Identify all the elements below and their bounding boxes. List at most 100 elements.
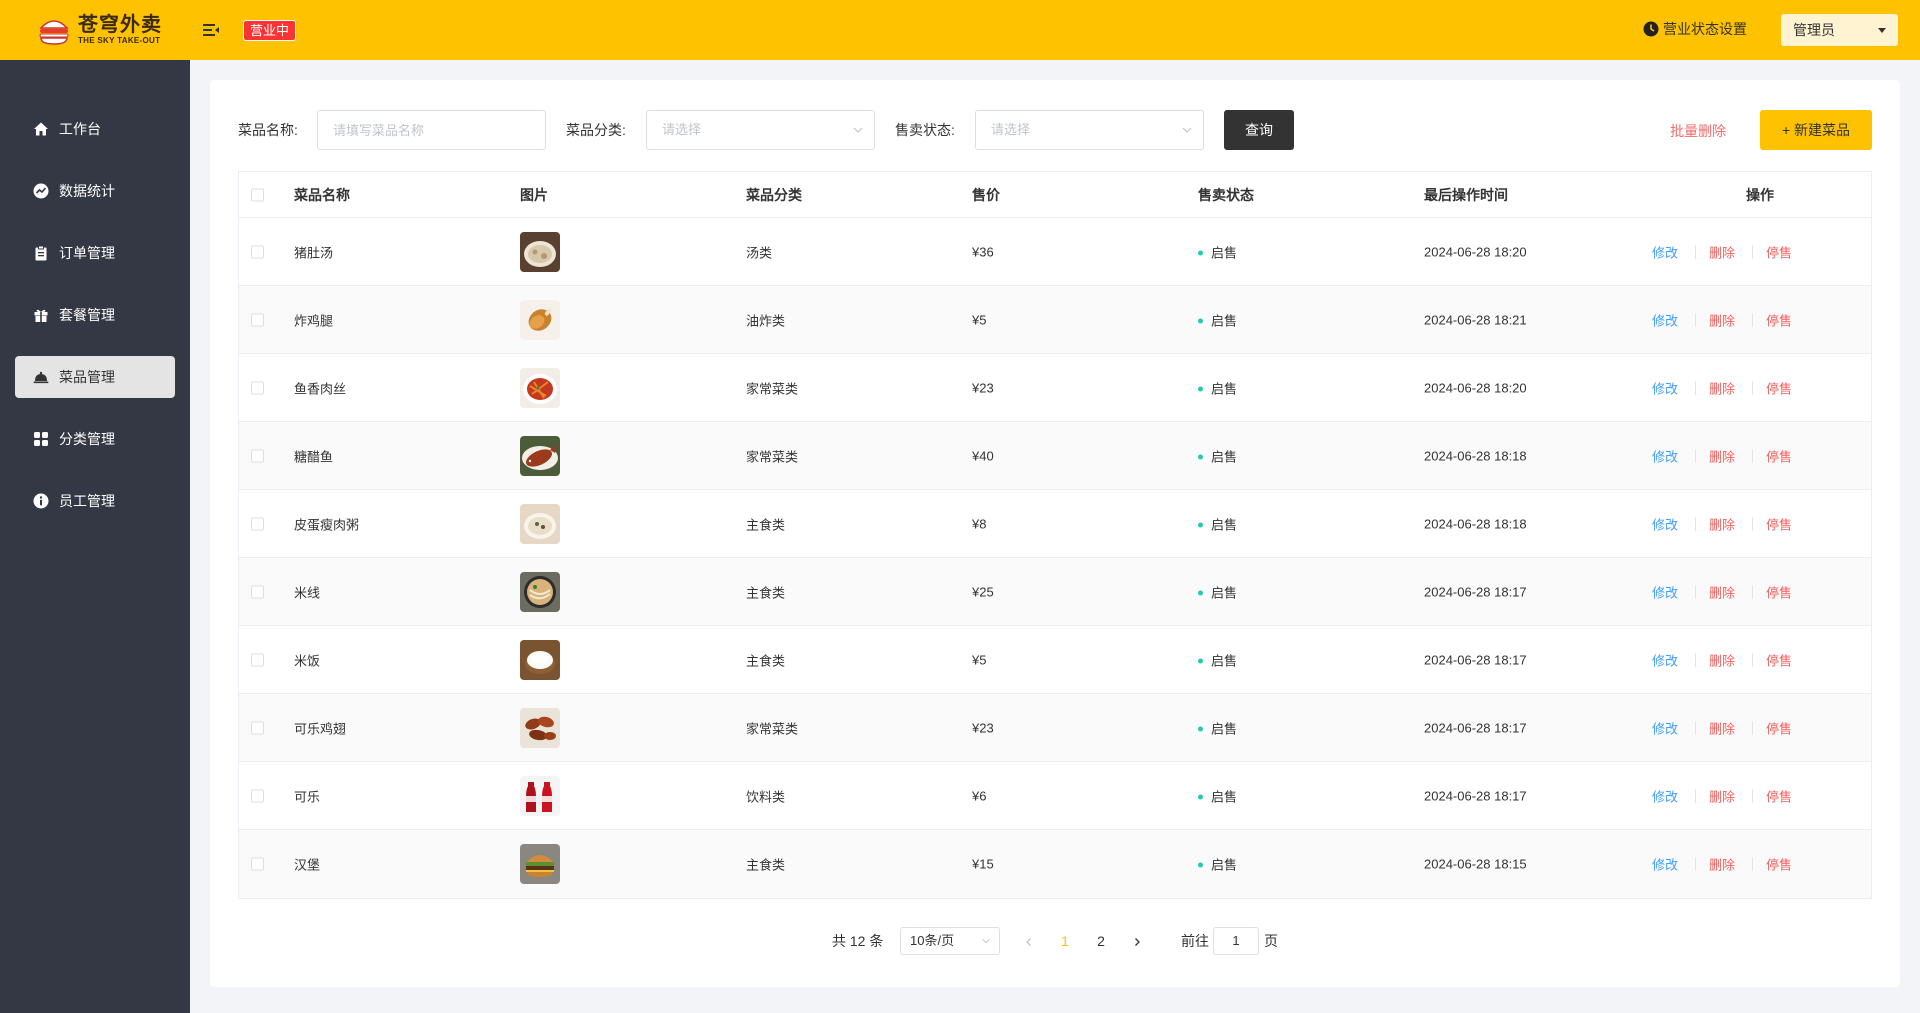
logo-burger-icon (36, 12, 72, 48)
delete-dish-button[interactable]: 删除 (1709, 378, 1735, 397)
edit-dish-button[interactable]: 修改 (1652, 718, 1678, 737)
table-header: 菜品名称 图片 菜品分类 售价 售卖状态 最后操作时间 操作 (239, 172, 1871, 218)
edit-dish-button[interactable]: 修改 (1652, 650, 1678, 669)
sidebar-item-orders[interactable]: 订单管理 (15, 232, 175, 274)
row-checkbox[interactable] (251, 721, 264, 734)
action-divider (1695, 312, 1696, 327)
action-divider (1695, 380, 1696, 395)
sidebar-item-dashboard[interactable]: 工作台 (15, 108, 175, 150)
dish-name-search-input[interactable] (317, 110, 546, 150)
dish-image (520, 299, 560, 340)
row-checkbox[interactable] (251, 313, 264, 326)
edit-dish-button[interactable]: 修改 (1652, 855, 1678, 874)
sidebar-item-setmeal[interactable]: 套餐管理 (15, 294, 175, 336)
stop-sale-button[interactable]: 停售 (1766, 855, 1792, 874)
stop-sale-button[interactable]: 停售 (1766, 514, 1792, 533)
delete-dish-button[interactable]: 删除 (1709, 855, 1735, 874)
business-status-setting-button[interactable]: 营业状态设置 (1643, 19, 1747, 39)
dish-category: 汤类 (746, 245, 773, 260)
status-dot-icon (1198, 862, 1203, 868)
dish-price: ¥36 (972, 244, 994, 259)
edit-dish-button[interactable]: 修改 (1652, 786, 1678, 805)
new-dish-button[interactable]: + 新建菜品 (1760, 110, 1872, 150)
delete-dish-button[interactable]: 删除 (1709, 310, 1735, 329)
business-status-setting-label: 营业状态设置 (1663, 21, 1747, 37)
dish-name: 炸鸡腿 (294, 313, 334, 328)
action-divider (1695, 244, 1696, 259)
batch-delete-button[interactable]: 批量删除 (1670, 121, 1726, 141)
stop-sale-button[interactable]: 停售 (1766, 310, 1792, 329)
dish-sale-status: 启售 (1198, 855, 1237, 874)
sidebar-item-dishes[interactable]: 菜品管理 (15, 356, 175, 398)
delete-dish-button[interactable]: 删除 (1709, 650, 1735, 669)
sidebar-item-label: 订单管理 (59, 245, 115, 261)
dish-sale-status: 启售 (1198, 786, 1237, 805)
status-dot-icon (1198, 318, 1203, 324)
user-menu-dropdown[interactable]: 管理员 (1781, 14, 1898, 46)
action-divider (1752, 584, 1753, 599)
delete-dish-button[interactable]: 删除 (1709, 242, 1735, 261)
page-size-select[interactable]: 10条/页 (900, 927, 1000, 955)
goto-page-input[interactable]: 1 (1213, 927, 1259, 955)
delete-dish-button[interactable]: 删除 (1709, 582, 1735, 601)
next-page-button[interactable] (1123, 927, 1151, 955)
query-button[interactable]: 查询 (1224, 110, 1294, 150)
table-row: 糖醋鱼 家常菜类 ¥40 启售 2024-06-28 18:18 修改 删除 停售 (239, 422, 1871, 490)
dish-updated-time: 2024-06-28 18:20 (1424, 244, 1527, 259)
table-row: 汉堡 主食类 ¥15 启售 2024-06-28 18:15 修改 删除 停售 (239, 830, 1871, 898)
row-checkbox[interactable] (251, 653, 264, 666)
edit-dish-button[interactable]: 修改 (1652, 582, 1678, 601)
edit-dish-button[interactable]: 修改 (1652, 514, 1678, 533)
stop-sale-button[interactable]: 停售 (1766, 242, 1792, 261)
gift-icon (34, 309, 48, 322)
sidebar-item-categories[interactable]: 分类管理 (15, 418, 175, 460)
sidebar-item-label: 套餐管理 (59, 307, 115, 323)
stop-sale-button[interactable]: 停售 (1766, 718, 1792, 737)
menu-toggle-icon[interactable] (202, 21, 220, 39)
table-row: 米饭 主食类 ¥5 启售 2024-06-28 18:17 修改 删除 停售 (239, 626, 1871, 694)
page-button-2[interactable]: 2 (1087, 927, 1115, 955)
column-header-status: 售卖状态 (1198, 186, 1254, 203)
sidebar-item-statistics[interactable]: 数据统计 (15, 170, 175, 212)
select-all-checkbox[interactable] (251, 188, 264, 201)
delete-dish-button[interactable]: 删除 (1709, 718, 1735, 737)
edit-dish-button[interactable]: 修改 (1652, 446, 1678, 465)
dish-price: ¥40 (972, 448, 994, 463)
category-select[interactable]: 请选择 (646, 110, 875, 150)
dish-category: 油炸类 (746, 313, 786, 328)
column-header-name: 菜品名称 (294, 186, 350, 203)
dish-category: 主食类 (746, 653, 786, 668)
page-button-1[interactable]: 1 (1051, 927, 1079, 955)
delete-dish-button[interactable]: 删除 (1709, 446, 1735, 465)
row-checkbox[interactable] (251, 245, 264, 258)
row-checkbox[interactable] (251, 857, 264, 871)
row-checkbox[interactable] (251, 449, 264, 462)
action-divider (1752, 652, 1753, 667)
edit-dish-button[interactable]: 修改 (1652, 378, 1678, 397)
prev-page-button[interactable] (1015, 927, 1043, 955)
delete-dish-button[interactable]: 删除 (1709, 786, 1735, 805)
edit-dish-button[interactable]: 修改 (1652, 242, 1678, 261)
dish-category: 家常菜类 (746, 381, 799, 396)
dish-sale-status: 启售 (1198, 718, 1237, 737)
stop-sale-button[interactable]: 停售 (1766, 446, 1792, 465)
chart-icon (33, 183, 49, 199)
stop-sale-button[interactable]: 停售 (1766, 582, 1792, 601)
row-checkbox[interactable] (251, 517, 264, 530)
row-checkbox[interactable] (251, 381, 264, 394)
edit-dish-button[interactable]: 修改 (1652, 310, 1678, 329)
dish-price: ¥23 (972, 720, 994, 735)
row-checkbox[interactable] (251, 789, 264, 802)
dish-category: 主食类 (746, 517, 786, 532)
dish-image (520, 639, 560, 680)
clipboard-icon (35, 245, 47, 261)
stop-sale-button[interactable]: 停售 (1766, 378, 1792, 397)
action-divider (1752, 380, 1753, 395)
row-checkbox[interactable] (251, 585, 264, 598)
sidebar-item-employees[interactable]: 员工管理 (15, 480, 175, 522)
stop-sale-button[interactable]: 停售 (1766, 786, 1792, 805)
sale-status-select[interactable]: 请选择 (975, 110, 1204, 150)
action-divider (1752, 244, 1753, 259)
stop-sale-button[interactable]: 停售 (1766, 650, 1792, 669)
delete-dish-button[interactable]: 删除 (1709, 514, 1735, 533)
